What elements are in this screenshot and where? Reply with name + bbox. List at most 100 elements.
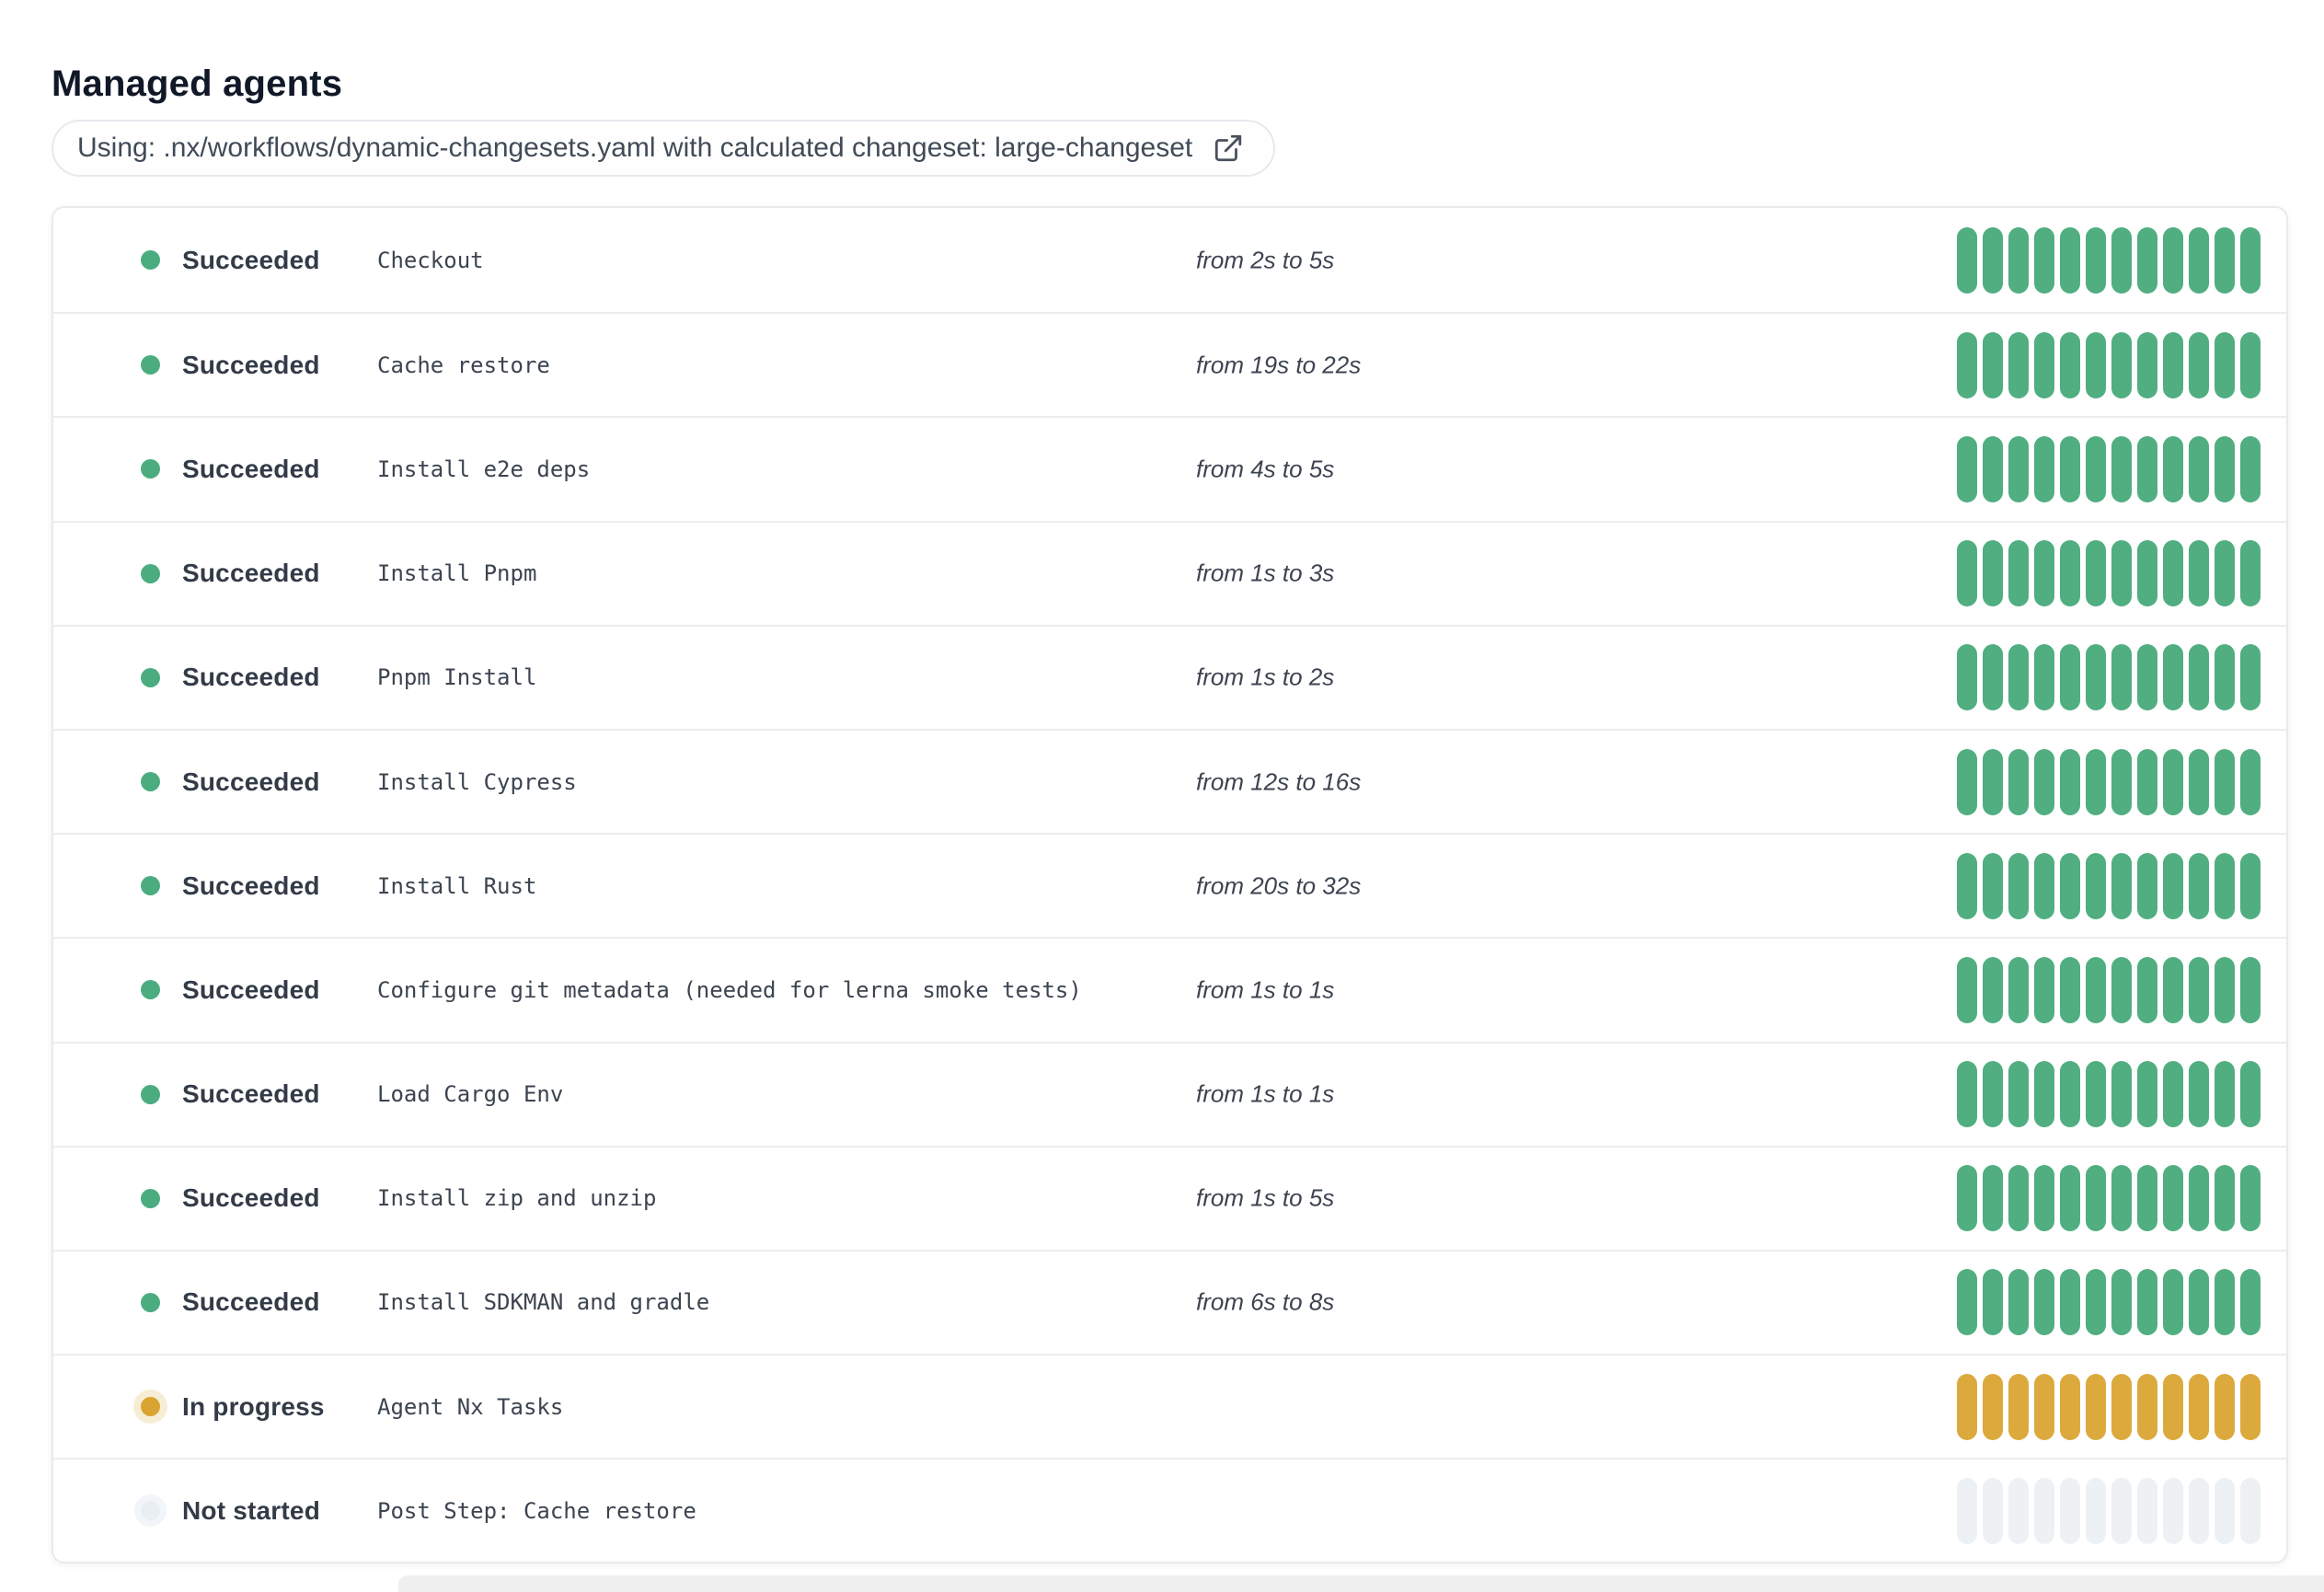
agent-row[interactable]: Succeeded Install SDKMAN and gradle from 6… [53, 1249, 2286, 1355]
step-name: Install Cypress [377, 768, 577, 795]
progress-segment [2240, 748, 2261, 815]
progress-segment [2034, 1165, 2054, 1232]
progress-segment [2008, 1165, 2029, 1232]
progress-segment [2086, 331, 2106, 398]
progress-segment [2034, 435, 2054, 502]
agent-row[interactable]: Succeeded Install Rust from 20s to 32s [53, 833, 2286, 938]
progress-segment [2163, 1269, 2183, 1336]
agent-progress-segments [1957, 435, 2261, 502]
status-dot [141, 1397, 160, 1417]
progress-segment [2086, 540, 2106, 607]
status-dot [141, 667, 160, 687]
agent-row[interactable]: Succeeded Configure git metadata (needed … [53, 937, 2286, 1042]
duration-range: from 20s to 32s [1196, 871, 1362, 900]
progress-segment [2060, 852, 2080, 919]
agent-progress-segments [1957, 540, 2261, 607]
status-label: Succeeded [182, 1287, 320, 1317]
progress-segment [2034, 226, 2054, 294]
progress-segment [1983, 644, 2003, 711]
progress-segment [2163, 748, 2183, 815]
progress-segment [2137, 1373, 2157, 1440]
progress-segment [2008, 1061, 2029, 1128]
step-name: Agent Nx Tasks [377, 1393, 564, 1420]
progress-segment [2060, 226, 2080, 294]
agent-row[interactable]: Not started Post Step: Cache restore [53, 1458, 2286, 1563]
progress-segment [2111, 540, 2132, 607]
progress-segment [2240, 1165, 2261, 1232]
progress-segment [2008, 1477, 2029, 1544]
progress-segment [2086, 1061, 2106, 1128]
progress-segment [2215, 540, 2235, 607]
duration-range: from 1s to 3s [1196, 559, 1335, 587]
progress-segment [1983, 1373, 2003, 1440]
agent-row[interactable]: Succeeded Load Cargo Env from 1s to 1s [53, 1041, 2286, 1146]
progress-segment [2111, 748, 2132, 815]
progress-segment [2111, 644, 2132, 711]
status-label: Succeeded [182, 767, 320, 796]
status-dot [141, 772, 160, 792]
progress-segment [2034, 331, 2054, 398]
workflow-config-link[interactable]: Using: .nx/workflows/dynamic-changesets.… [52, 120, 1276, 177]
status-dot [141, 1188, 160, 1208]
progress-segment [2008, 852, 2029, 919]
agent-row[interactable]: Succeeded Install e2e deps from 4s to 5s [53, 416, 2286, 521]
progress-segment [2111, 1477, 2132, 1544]
agent-row[interactable]: Succeeded Install Pnpm from 1s to 3s [53, 520, 2286, 625]
progress-segment [2137, 644, 2157, 711]
progress-segment [1957, 852, 1977, 919]
progress-segment [2086, 852, 2106, 919]
agent-row[interactable]: Succeeded Cache restore from 19s to 22s [53, 312, 2286, 417]
progress-segment [2034, 956, 2054, 1023]
progress-segment [2060, 540, 2080, 607]
step-name: Install Pnpm [377, 560, 537, 587]
progress-segment [2137, 435, 2157, 502]
progress-segment [2086, 748, 2106, 815]
progress-segment [2086, 1477, 2106, 1544]
agent-progress-segments [1957, 1165, 2261, 1232]
progress-segment [2240, 331, 2261, 398]
external-link-icon[interactable] [1213, 133, 1244, 164]
duration-range: from 1s to 2s [1196, 663, 1335, 691]
status-label: Not started [182, 1495, 320, 1525]
agent-row[interactable]: Succeeded Pnpm Install from 1s to 2s [53, 624, 2286, 729]
progress-segment [2137, 748, 2157, 815]
page-title: Managed agents [52, 63, 343, 104]
progress-segment [2137, 956, 2157, 1023]
step-name: Install SDKMAN and gradle [377, 1289, 710, 1316]
progress-segment [2060, 748, 2080, 815]
progress-segment [1957, 748, 1977, 815]
agent-row[interactable]: In progress Agent Nx Tasks [53, 1354, 2286, 1459]
status-dot [141, 459, 160, 479]
progress-segment [2086, 226, 2106, 294]
agent-row[interactable]: Succeeded Install zip and unzip from 1s to… [53, 1145, 2286, 1250]
agent-row[interactable]: Succeeded Install Cypress from 12s to 16s [53, 728, 2286, 834]
progress-segment [2111, 331, 2132, 398]
progress-segment [2215, 1477, 2235, 1544]
progress-segment [2189, 1269, 2209, 1336]
step-name: Install e2e deps [377, 456, 591, 482]
progress-segment [2163, 852, 2183, 919]
progress-segment [2189, 1373, 2209, 1440]
progress-segment [2086, 956, 2106, 1023]
status-label: Succeeded [182, 350, 320, 379]
next-section-edge [398, 1575, 2324, 1592]
step-name: Load Cargo Env [377, 1081, 564, 1108]
step-name: Cache restore [377, 352, 550, 378]
progress-segment [2137, 540, 2157, 607]
duration-range: from 1s to 1s [1196, 1079, 1335, 1108]
progress-segment [1957, 1165, 1977, 1232]
progress-segment [2163, 1165, 2183, 1232]
progress-segment [2137, 1165, 2157, 1232]
progress-segment [2240, 1061, 2261, 1128]
progress-segment [1983, 331, 2003, 398]
progress-segment [2008, 435, 2029, 502]
progress-segment [1983, 435, 2003, 502]
progress-segment [2034, 852, 2054, 919]
agent-row[interactable]: Succeeded Checkout from 2s to 5s [53, 208, 2286, 313]
progress-segment [2240, 956, 2261, 1023]
progress-segment [2111, 956, 2132, 1023]
status-dot [141, 1292, 160, 1312]
progress-segment [2189, 748, 2209, 815]
status-label: Succeeded [182, 663, 320, 692]
progress-segment [2240, 1269, 2261, 1336]
